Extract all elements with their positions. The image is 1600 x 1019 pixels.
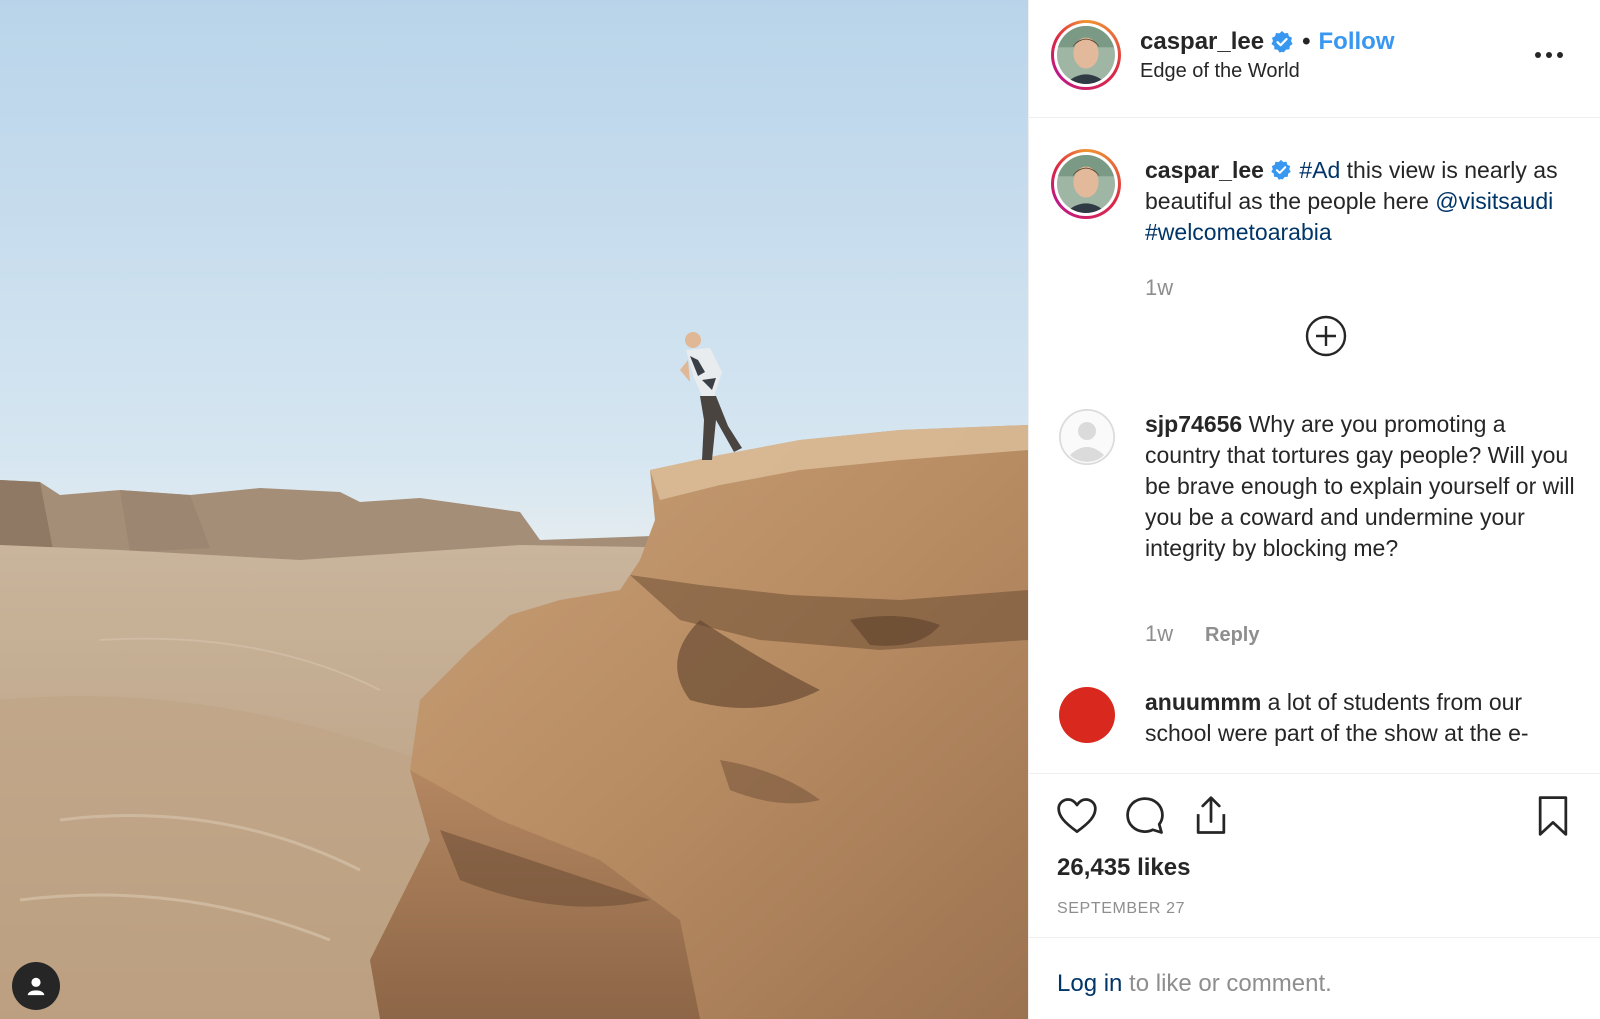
- caption-text: caspar_lee #Ad this view is nearly as be…: [1145, 155, 1585, 248]
- author-avatar[interactable]: [1051, 20, 1121, 90]
- follow-button[interactable]: Follow: [1319, 28, 1395, 56]
- desert-cliff-image: [0, 0, 1028, 1019]
- post-photo[interactable]: [0, 0, 1028, 1019]
- comment-username[interactable]: anuummm: [1145, 689, 1261, 715]
- verified-badge-icon: [1271, 159, 1291, 180]
- login-prompt: Log in to like or comment.: [1029, 937, 1600, 1019]
- post-date[interactable]: SEPTEMBER 27: [1057, 900, 1185, 918]
- post-header: caspar_lee • Follow Edge of the World: [1029, 0, 1600, 118]
- user-icon: [27, 977, 45, 996]
- avatar-photo: [1057, 26, 1115, 84]
- caption-avatar[interactable]: [1051, 149, 1121, 219]
- verified-badge-icon: [1271, 31, 1293, 53]
- post-actions: 26,435 likes SEPTEMBER 27: [1029, 773, 1600, 937]
- author-username[interactable]: caspar_lee: [1140, 28, 1264, 56]
- comment-text: sjp74656 Why are you promoting a country…: [1145, 409, 1585, 564]
- heart-icon[interactable]: [1055, 794, 1099, 838]
- mention-link[interactable]: @visitsaudi: [1435, 188, 1553, 214]
- hashtag-link[interactable]: #welcometoarabia: [1145, 219, 1332, 245]
- login-link[interactable]: Log in: [1057, 970, 1122, 997]
- more-options-icon[interactable]: [1529, 40, 1569, 70]
- post-location[interactable]: Edge of the World: [1140, 60, 1300, 83]
- commenter-avatar[interactable]: [1059, 409, 1115, 465]
- comment-username[interactable]: sjp74656: [1145, 411, 1242, 437]
- tagged-user-button[interactable]: [12, 962, 60, 1010]
- commenter-avatar[interactable]: [1059, 687, 1115, 743]
- comments-section[interactable]: caspar_lee #Ad this view is nearly as be…: [1029, 119, 1600, 773]
- default-avatar-icon: [1059, 409, 1115, 465]
- login-text: Log in to like or comment.: [1057, 970, 1332, 998]
- likes-count[interactable]: 26,435 likes: [1057, 854, 1190, 882]
- header-user-line: caspar_lee • Follow: [1140, 28, 1395, 56]
- reply-button[interactable]: Reply: [1205, 624, 1259, 647]
- bookmark-icon[interactable]: [1531, 794, 1575, 838]
- comment-icon[interactable]: [1123, 794, 1167, 838]
- hashtag-ad-link[interactable]: #Ad: [1299, 157, 1340, 183]
- load-more-comments-icon[interactable]: [1305, 315, 1347, 357]
- separator-dot: •: [1302, 28, 1311, 55]
- post-side-panel: caspar_lee • Follow Edge of the World ca…: [1028, 0, 1600, 1019]
- login-rest: to like or comment.: [1122, 970, 1332, 997]
- avatar-photo: [1057, 155, 1115, 213]
- caption-time[interactable]: 1w: [1145, 275, 1173, 301]
- comment-time[interactable]: 1w: [1145, 621, 1173, 647]
- comment-text: anuummm a lot of students from our schoo…: [1145, 687, 1585, 749]
- caption-username[interactable]: caspar_lee: [1145, 157, 1264, 183]
- share-icon[interactable]: [1189, 794, 1233, 838]
